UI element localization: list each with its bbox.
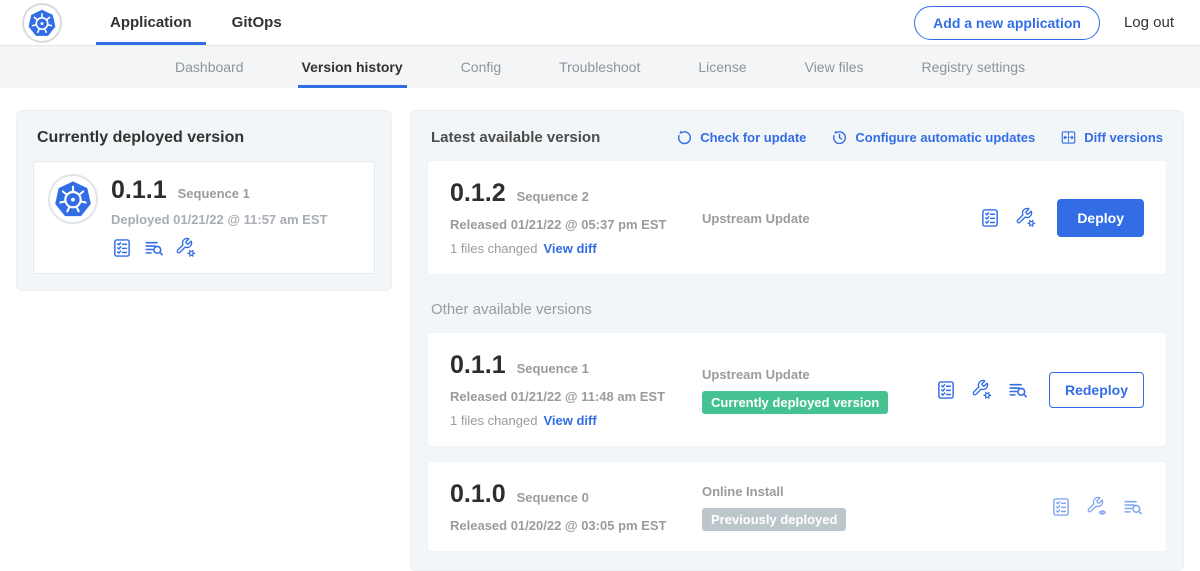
app-header: Application GitOps Add a new application… bbox=[0, 0, 1200, 46]
version-row-0.1.2: 0.1.2 Sequence 2 Released 01/21/22 @ 05:… bbox=[427, 160, 1167, 275]
check-for-update-link[interactable]: Check for update bbox=[676, 129, 806, 146]
configure-automatic-updates-link[interactable]: Configure automatic updates bbox=[831, 129, 1035, 146]
version-source: Upstream Update bbox=[702, 367, 935, 382]
released-timestamp: Released 01/21/22 @ 05:37 pm EST bbox=[450, 217, 702, 232]
kubernetes-logo-icon bbox=[27, 8, 57, 38]
tab-gitops[interactable]: GitOps bbox=[212, 0, 302, 45]
diff-icon bbox=[1060, 129, 1077, 146]
subnav-dashboard[interactable]: Dashboard bbox=[175, 46, 244, 88]
deploy-logs-icon[interactable] bbox=[1122, 496, 1144, 518]
deploy-logs-icon[interactable] bbox=[143, 237, 165, 259]
auto-update-icon bbox=[831, 129, 848, 146]
view-diff-link[interactable]: View diff bbox=[543, 413, 596, 428]
preflight-checks-icon[interactable] bbox=[1050, 496, 1072, 518]
version-source: Online Install bbox=[702, 484, 1050, 499]
other-available-versions-title: Other available versions bbox=[431, 301, 1163, 318]
sequence-label: Sequence 2 bbox=[517, 189, 589, 204]
preflight-checks-icon[interactable] bbox=[979, 207, 1001, 229]
subnav-troubleshoot[interactable]: Troubleshoot bbox=[559, 46, 640, 88]
preflight-checks-icon[interactable] bbox=[111, 237, 133, 259]
deployed-version-number: 0.1.1 bbox=[111, 176, 167, 205]
subnav-license[interactable]: License bbox=[698, 46, 746, 88]
preflight-checks-icon[interactable] bbox=[935, 379, 957, 401]
kubernetes-app-icon bbox=[53, 179, 93, 219]
deploy-logs-icon[interactable] bbox=[1007, 379, 1029, 401]
app-icon-avatar bbox=[50, 176, 96, 222]
sequence-label: Sequence 1 bbox=[517, 361, 589, 376]
config-icon[interactable] bbox=[971, 379, 993, 401]
check-for-update-label: Check for update bbox=[700, 130, 806, 145]
subnav-version-history[interactable]: Version history bbox=[302, 46, 403, 88]
main-content: Currently deployed version 0.1.1 Sequenc… bbox=[0, 88, 1200, 564]
version-source: Upstream Update bbox=[702, 211, 979, 226]
kubernetes-logo bbox=[24, 5, 60, 41]
deployed-version-card: 0.1.1 Sequence 1 Deployed 01/21/22 @ 11:… bbox=[33, 161, 375, 274]
version-number: 0.1.2 bbox=[450, 179, 506, 208]
header-right: Add a new application Log out bbox=[914, 6, 1174, 40]
released-timestamp: Released 01/20/22 @ 03:05 pm EST bbox=[450, 518, 702, 533]
logout-button[interactable]: Log out bbox=[1124, 14, 1174, 31]
deployed-sequence-label: Sequence 1 bbox=[178, 186, 250, 201]
version-history-panel: Latest available version Check for updat… bbox=[410, 110, 1184, 571]
version-number: 0.1.1 bbox=[450, 351, 506, 380]
tab-application-label: Application bbox=[110, 14, 192, 31]
subnav-registry-settings[interactable]: Registry settings bbox=[922, 46, 1025, 88]
deployed-timestamp: Deployed 01/21/22 @ 11:57 am EST bbox=[111, 212, 327, 227]
config-icon[interactable] bbox=[1015, 207, 1037, 229]
tab-gitops-label: GitOps bbox=[232, 14, 282, 31]
subnav-view-files[interactable]: View files bbox=[805, 46, 864, 88]
currently-deployed-card: Currently deployed version 0.1.1 Sequenc… bbox=[16, 110, 392, 291]
version-number: 0.1.0 bbox=[450, 480, 506, 509]
deploy-button[interactable]: Deploy bbox=[1057, 199, 1144, 237]
diff-versions-label: Diff versions bbox=[1084, 130, 1163, 145]
tab-application[interactable]: Application bbox=[90, 0, 212, 45]
refresh-icon bbox=[676, 129, 693, 146]
redeploy-button[interactable]: Redeploy bbox=[1049, 372, 1144, 408]
currently-deployed-badge: Currently deployed version bbox=[702, 391, 888, 414]
files-changed-label: 1 files changed bbox=[450, 413, 537, 428]
config-view-icon[interactable] bbox=[1086, 496, 1108, 518]
latest-available-title: Latest available version bbox=[431, 129, 600, 146]
header-tabs: Application GitOps bbox=[90, 0, 302, 45]
config-icon[interactable] bbox=[175, 237, 197, 259]
currently-deployed-title: Currently deployed version bbox=[37, 129, 375, 147]
configure-automatic-updates-label: Configure automatic updates bbox=[855, 130, 1035, 145]
sequence-label: Sequence 0 bbox=[517, 490, 589, 505]
app-subnav: Dashboard Version history Config Trouble… bbox=[0, 46, 1200, 88]
version-history-actions: Check for update Configure automatic upd… bbox=[676, 129, 1163, 146]
version-row-0.1.0: 0.1.0 Sequence 0 Released 01/20/22 @ 03:… bbox=[427, 461, 1167, 552]
view-diff-link[interactable]: View diff bbox=[543, 241, 596, 256]
released-timestamp: Released 01/21/22 @ 11:48 am EST bbox=[450, 389, 702, 404]
version-row-0.1.1: 0.1.1 Sequence 1 Released 01/21/22 @ 11:… bbox=[427, 332, 1167, 447]
add-new-application-button[interactable]: Add a new application bbox=[914, 6, 1100, 40]
diff-versions-link[interactable]: Diff versions bbox=[1060, 129, 1163, 146]
files-changed-label: 1 files changed bbox=[450, 241, 537, 256]
previously-deployed-badge: Previously deployed bbox=[702, 508, 846, 531]
subnav-config[interactable]: Config bbox=[461, 46, 501, 88]
